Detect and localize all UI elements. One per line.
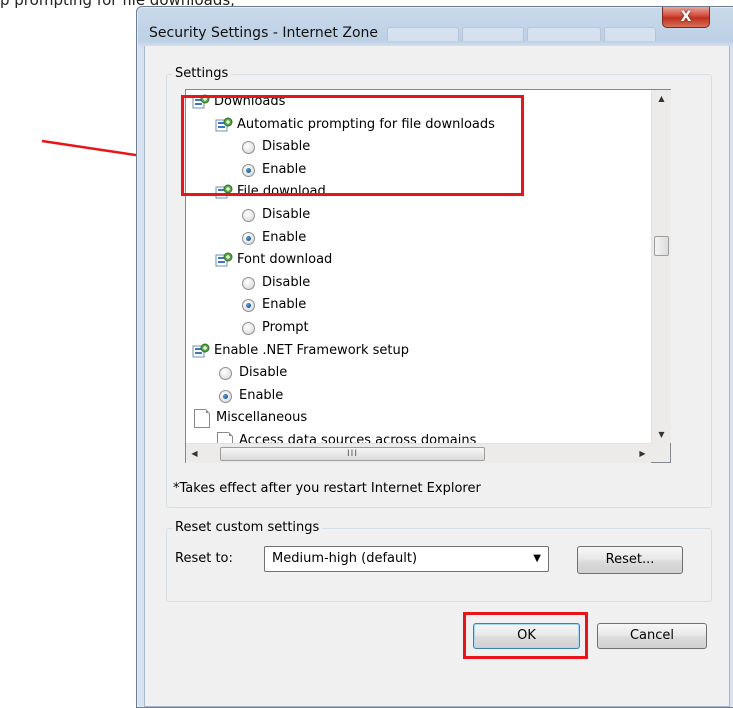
row-label: Font download <box>237 252 333 268</box>
radio-unselected-icon[interactable] <box>219 367 232 381</box>
cancel-button-label: Cancel <box>629 628 675 643</box>
row-label: Prompt <box>262 320 309 335</box>
scroll-down-button[interactable]: ▼ <box>652 426 671 443</box>
vertical-scrollbar[interactable]: ▲ ▼ <box>651 90 671 443</box>
window-title: Security Settings - Internet Zone <box>149 25 378 41</box>
radio-selected-icon[interactable] <box>219 389 232 403</box>
scroll-up-button[interactable]: ▲ <box>652 90 671 107</box>
annotation-highlight-box <box>181 95 524 196</box>
row-label: Miscellaneous <box>216 410 308 426</box>
reset-group-label: Reset custom settings <box>172 520 323 535</box>
reset-button[interactable]: Reset... <box>577 546 683 574</box>
reset-level-value: Medium-high (default) <box>272 551 418 566</box>
scroll-left-button[interactable]: ◀ <box>186 444 203 463</box>
up-arrow-icon: ▲ <box>658 94 665 103</box>
cancel-button[interactable]: Cancel <box>597 623 707 649</box>
close-button[interactable]: X <box>662 7 710 28</box>
row-label: Disable <box>262 274 311 290</box>
dropdown-arrow-icon: ▼ <box>533 553 541 564</box>
radio-selected-icon[interactable] <box>242 299 255 313</box>
vertical-scroll-thumb[interactable] <box>654 236 669 256</box>
reset-button-label: Reset... <box>605 552 655 567</box>
left-arrow-icon: ◀ <box>191 449 198 458</box>
row-label: Disable <box>239 365 288 381</box>
scroll-right-button[interactable]: ▶ <box>634 444 651 463</box>
horizontal-scroll-thumb[interactable]: III <box>220 447 485 461</box>
scrollbar-corner <box>651 443 670 462</box>
radio-unselected-icon[interactable] <box>242 322 255 335</box>
row-label: Access data sources across domains <box>239 433 477 443</box>
down-arrow-icon: ▼ <box>658 430 665 439</box>
scroll-grip-icon: III <box>347 449 358 459</box>
page-icon <box>194 409 210 429</box>
settings-group-label: Settings <box>172 66 232 81</box>
row-label: Enable .NET Framework setup <box>214 342 410 358</box>
restart-note: *Takes effect after you restart Internet… <box>173 481 481 496</box>
annotation-ok-highlight-box <box>463 612 588 659</box>
row-label: Enable <box>262 229 307 245</box>
reset-level-dropdown[interactable]: Medium-high (default) ▼ <box>264 546 549 572</box>
title-bar[interactable]: Security Settings - Internet Zone <box>137 7 733 41</box>
row-label: Enable <box>262 297 307 313</box>
setting-icon <box>215 252 233 267</box>
setting-icon <box>192 343 210 358</box>
row-label: Enable <box>239 387 284 403</box>
page-icon <box>217 432 233 443</box>
right-arrow-icon: ▶ <box>639 449 646 458</box>
reset-to-label: Reset to: <box>175 551 233 566</box>
radio-selected-icon[interactable] <box>242 231 255 245</box>
radio-unselected-icon[interactable] <box>242 209 255 222</box>
row-label: Disable <box>262 207 311 222</box>
radio-unselected-icon[interactable] <box>242 276 255 290</box>
close-icon: X <box>680 9 692 25</box>
horizontal-scrollbar[interactable]: ◀ III ▶ <box>186 443 651 463</box>
